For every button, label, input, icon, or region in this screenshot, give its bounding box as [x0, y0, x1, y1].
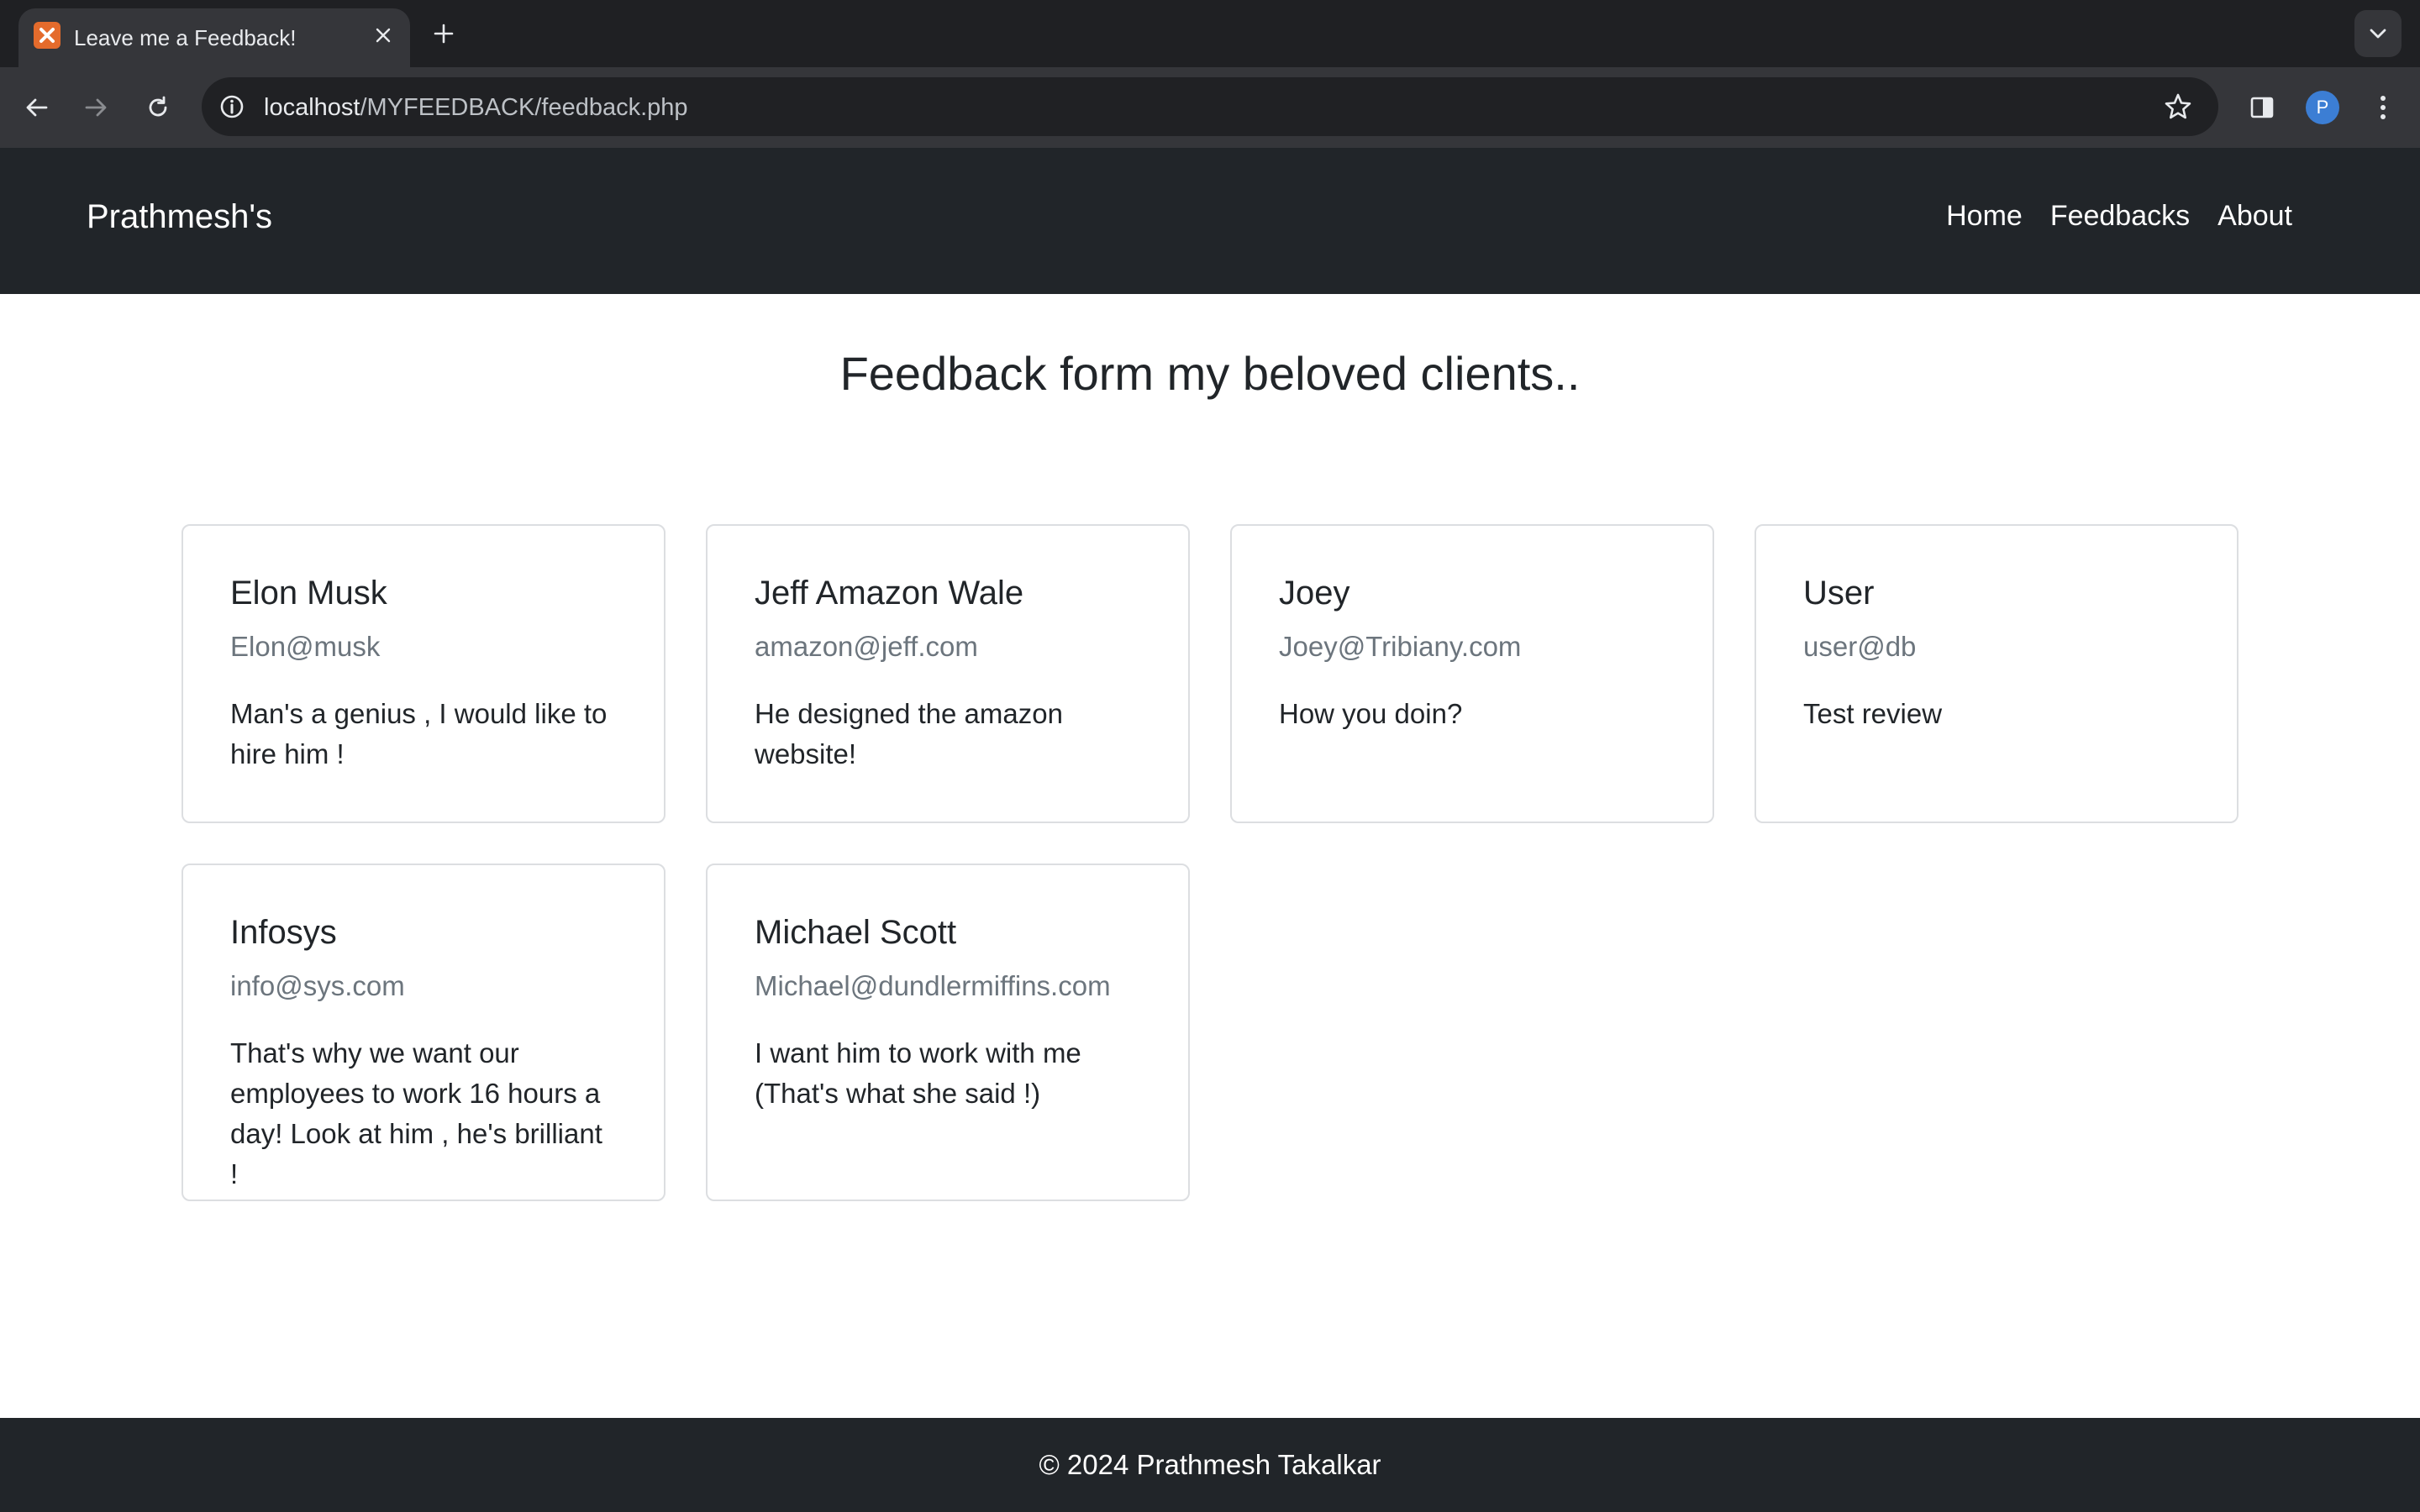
card-email: user@db — [1803, 631, 1917, 662]
card-email: Elon@musk — [230, 631, 381, 662]
url-path: /MYFEEDBACK/feedback.php — [360, 94, 688, 121]
card-email: info@sys.com — [230, 970, 405, 1001]
footer-copyright: © 2024 Prathmesh Takalkar — [1039, 1449, 1381, 1480]
tab-close-icon[interactable] — [368, 20, 398, 50]
card-message: I want him to work with me (That's what … — [755, 1037, 1081, 1109]
card-email: Michael@dundlermiffins.com — [755, 970, 1111, 1001]
card-message: That's why we want our employees to work… — [230, 1037, 602, 1189]
profile-avatar-initial: P — [2306, 91, 2339, 124]
tab-title: Leave me a Feedback! — [74, 25, 297, 50]
card-message: He designed the amazon website! — [755, 697, 1063, 769]
back-arrow-icon[interactable] — [17, 87, 57, 128]
forward-arrow-icon[interactable] — [76, 87, 116, 128]
new-tab-plus-icon[interactable] — [427, 17, 460, 50]
card-message: Test review — [1803, 697, 1943, 729]
feedback-card: User user@db Test review — [1754, 524, 2238, 823]
site-navbar: Prathmesh's Home Feedbacks About — [0, 148, 2420, 294]
feedback-card: Jeff Amazon Wale amazon@jeff.com He desi… — [706, 524, 1190, 823]
site-footer: © 2024 Prathmesh Takalkar — [0, 1418, 2420, 1512]
nav-link-about[interactable]: About — [2217, 200, 2292, 233]
address-bar[interactable]: localhost/MYFEEDBACK/feedback.php — [202, 77, 2218, 136]
page-title: Feedback form my beloved clients.. — [839, 347, 1581, 400]
tab-search-chevron-icon[interactable] — [2354, 10, 2402, 57]
card-message: How you doin? — [1279, 697, 1463, 729]
xampp-favicon-icon — [34, 22, 60, 49]
reload-icon[interactable] — [138, 87, 178, 128]
browser-tab[interactable]: Leave me a Feedback! — [18, 8, 410, 69]
site-info-icon[interactable] — [215, 90, 249, 123]
card-name: Elon Musk — [230, 575, 387, 612]
card-name: Joey — [1279, 575, 1350, 612]
feedback-cards-grid: Elon Musk Elon@musk Man's a genius , I w… — [182, 524, 2238, 1201]
feedback-card: Elon Musk Elon@musk Man's a genius , I w… — [182, 524, 666, 823]
feedback-card: Michael Scott Michael@dundlermiffins.com… — [706, 864, 1190, 1201]
card-email: Joey@Tribiany.com — [1279, 631, 1522, 662]
address-url: localhost/MYFEEDBACK/feedback.php — [264, 94, 688, 122]
navbar-brand[interactable]: Prathmesh's — [87, 198, 272, 236]
url-host: localhost — [264, 94, 360, 121]
more-menu-icon[interactable] — [2363, 87, 2403, 128]
card-name: Jeff Amazon Wale — [755, 575, 1024, 612]
side-panel-icon[interactable] — [2242, 87, 2282, 128]
browser-toolbar: localhost/MYFEEDBACK/feedback.php P — [0, 67, 2420, 148]
card-message: Man's a genius , I would like to hire hi… — [230, 697, 608, 769]
card-name: Michael Scott — [755, 914, 957, 951]
feedback-card: Infosys info@sys.com That's why we want … — [182, 864, 666, 1201]
card-email: amazon@jeff.com — [755, 631, 978, 662]
nav-link-home[interactable]: Home — [1946, 200, 2023, 233]
profile-avatar[interactable]: P — [2302, 87, 2343, 128]
card-name: User — [1803, 575, 1875, 612]
nav-link-feedbacks[interactable]: Feedbacks — [2050, 200, 2190, 233]
bookmark-star-icon[interactable] — [2160, 88, 2196, 125]
feedback-card: Joey Joey@Tribiany.com How you doin? — [1230, 524, 1714, 823]
browser-tab-strip: Leave me a Feedback! — [0, 0, 2420, 69]
card-name: Infosys — [230, 914, 337, 951]
navbar-links: Home Feedbacks About — [1946, 200, 2292, 233]
